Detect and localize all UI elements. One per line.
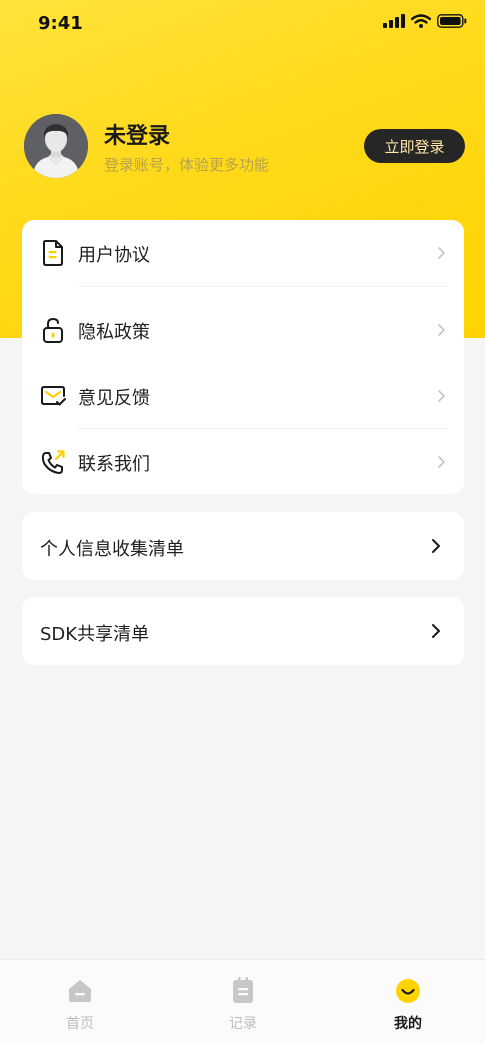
chevron-right-icon [432, 624, 440, 638]
sdk-share-list-label: SDK共享清单 [40, 624, 150, 645]
menu-item-label: 联系我们 [78, 454, 150, 475]
tab-label: 我的 [394, 1016, 422, 1032]
battery-icon [437, 14, 467, 28]
record-icon [233, 977, 253, 1003]
menu-item-feedback[interactable]: 意见反馈 [22, 363, 464, 429]
menu-item-user-agreement[interactable]: 用户协议 [22, 220, 464, 286]
sdk-share-list-card[interactable]: SDK共享清单 [22, 597, 464, 665]
avatar-icon [24, 114, 88, 178]
phone-icon [41, 450, 65, 474]
status-time: 9:41 [38, 13, 83, 34]
divider [78, 286, 448, 287]
profile-subtitle: 登录账号，体验更多功能 [104, 156, 270, 174]
personal-info-list-card[interactable]: 个人信息收集清单 [22, 512, 464, 580]
signal-icon [383, 14, 405, 28]
home-icon [69, 980, 91, 1002]
chevron-right-icon [438, 390, 445, 402]
menu-item-contact-us[interactable]: 联系我们 [22, 429, 464, 495]
tab-home[interactable]: 首页 [25, 960, 135, 1044]
chevron-right-icon [432, 539, 440, 553]
menu-card: 用户协议 隐私政策 意见反馈 联系我们 [22, 220, 464, 494]
wifi-icon [411, 14, 431, 28]
menu-item-label: 用户协议 [78, 245, 150, 266]
tab-record[interactable]: 记录 [188, 960, 298, 1044]
status-icons [383, 14, 467, 28]
login-button[interactable]: 立即登录 [364, 129, 465, 163]
chevron-right-icon [438, 456, 445, 468]
tab-label: 记录 [229, 1016, 257, 1032]
tab-bar: 首页 记录 我的 [0, 959, 485, 1044]
menu-item-privacy-policy[interactable]: 隐私政策 [22, 297, 464, 363]
unlock-icon [43, 317, 63, 343]
tab-mine[interactable]: 我的 [353, 960, 463, 1044]
profile-section: 未登录 登录账号，体验更多功能 立即登录 [24, 114, 465, 178]
document-icon [43, 240, 63, 266]
chevron-right-icon [438, 247, 445, 259]
menu-item-label: 意见反馈 [78, 388, 150, 409]
tab-label: 首页 [66, 1016, 94, 1032]
avatar[interactable] [24, 114, 88, 178]
chevron-right-icon [438, 324, 445, 336]
status-bar: 9:41 [0, 0, 485, 44]
menu-item-label: 隐私政策 [78, 322, 150, 343]
profile-name: 未登录 [104, 124, 171, 149]
mail-feedback-icon [41, 386, 66, 406]
personal-info-list-label: 个人信息收集清单 [40, 539, 184, 560]
smile-icon [396, 979, 420, 1003]
